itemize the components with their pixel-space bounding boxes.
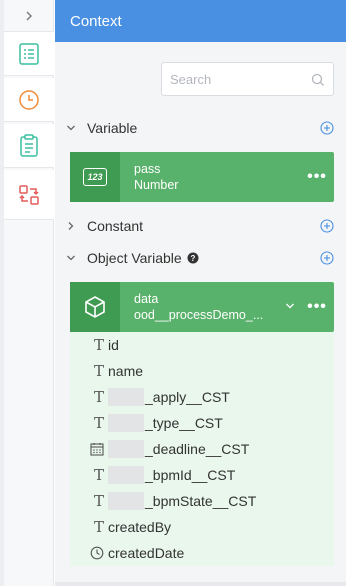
field-item[interactable]: T _apply__CST bbox=[70, 384, 334, 410]
convert-icon bbox=[19, 184, 39, 205]
field-label: _bpmState__CST bbox=[145, 493, 257, 509]
field-label: _type__CST bbox=[145, 415, 223, 431]
text-type-icon: T bbox=[93, 362, 104, 380]
section-constant-label: Constant bbox=[87, 218, 144, 234]
rail-item-timer[interactable] bbox=[4, 78, 54, 122]
left-rail bbox=[0, 0, 54, 586]
field-label: createdBy bbox=[108, 519, 172, 535]
field-label: name bbox=[108, 363, 144, 379]
add-variable-icon[interactable] bbox=[320, 121, 334, 135]
text-type-icon: T bbox=[93, 388, 104, 406]
field-label: createdDate bbox=[108, 545, 185, 561]
chevron-down-icon bbox=[67, 255, 75, 261]
chevron-down-icon bbox=[286, 303, 294, 309]
expand-rail-button[interactable] bbox=[4, 0, 54, 32]
expand-object-icon[interactable] bbox=[280, 300, 300, 314]
clock-icon bbox=[19, 89, 39, 110]
object-type: ood__processDemo_... bbox=[134, 308, 264, 322]
text-type-icon: T bbox=[93, 492, 104, 510]
search-icon[interactable] bbox=[311, 73, 325, 87]
field-item[interactable]: createdDate bbox=[70, 540, 334, 566]
variable-name: pass bbox=[134, 162, 161, 176]
clipboard-icon bbox=[20, 133, 38, 157]
calendar-icon bbox=[90, 443, 104, 456]
chevron-right-icon bbox=[68, 222, 74, 230]
variable-card-pass[interactable]: 123 pass Number ••• bbox=[70, 152, 334, 202]
list-icon bbox=[19, 42, 39, 65]
section-object-variable[interactable]: Object Variable ? bbox=[55, 243, 346, 273]
chevron-down-icon bbox=[67, 125, 75, 131]
rail-item-list[interactable] bbox=[4, 32, 54, 76]
more-options-icon[interactable]: ••• bbox=[300, 298, 334, 316]
section-variable-label: Variable bbox=[87, 120, 138, 136]
add-object-variable-icon[interactable] bbox=[320, 251, 334, 265]
field-item[interactable]: T name bbox=[70, 358, 334, 384]
redacted-block bbox=[108, 388, 144, 406]
variable-type: Number bbox=[134, 178, 179, 192]
field-item[interactable]: T _bpmId__CST bbox=[70, 462, 334, 488]
panel-header: Context bbox=[55, 0, 346, 42]
field-label: _deadline__CST bbox=[145, 441, 250, 457]
field-item[interactable]: T id bbox=[70, 332, 334, 358]
search-box[interactable] bbox=[161, 62, 334, 96]
section-object-variable-label: Object Variable bbox=[87, 250, 182, 266]
redacted-block bbox=[108, 492, 144, 510]
section-variable[interactable]: Variable bbox=[55, 113, 346, 143]
number-type-icon: 123 bbox=[83, 168, 107, 186]
field-label: _apply__CST bbox=[145, 389, 230, 405]
text-type-icon: T bbox=[93, 414, 104, 432]
svg-text:?: ? bbox=[190, 254, 195, 263]
context-panel: Context Variable 123 pass Number ••• bbox=[55, 0, 346, 586]
field-item[interactable]: T createdBy bbox=[70, 514, 334, 540]
field-label: _bpmId__CST bbox=[145, 467, 236, 483]
rail-item-convert[interactable] bbox=[4, 170, 54, 220]
field-item[interactable]: T _bpmState__CST bbox=[70, 488, 334, 514]
field-item[interactable]: _deadline__CST bbox=[70, 436, 334, 462]
object-name: data bbox=[134, 292, 159, 306]
more-options-icon[interactable]: ••• bbox=[300, 168, 334, 186]
text-type-icon: T bbox=[93, 518, 104, 536]
text-type-icon: T bbox=[93, 336, 104, 354]
object-card-data[interactable]: data ood__processDemo_... ••• bbox=[70, 282, 334, 332]
cube-icon bbox=[85, 296, 105, 318]
rail-item-clipboard[interactable] bbox=[4, 124, 54, 168]
panel-bottom-border bbox=[55, 582, 346, 586]
redacted-block bbox=[108, 440, 144, 458]
panel-title: Context bbox=[70, 12, 122, 30]
object-fields-list: T id T name T _apply__CST T _type__CST _… bbox=[70, 332, 334, 566]
redacted-block bbox=[108, 414, 144, 432]
field-item[interactable]: T _type__CST bbox=[70, 410, 334, 436]
section-constant[interactable]: Constant bbox=[55, 211, 346, 241]
clock-icon bbox=[90, 546, 104, 560]
redacted-block bbox=[108, 466, 144, 484]
text-type-icon: T bbox=[93, 466, 104, 484]
field-label: id bbox=[108, 337, 119, 353]
chevron-right-icon bbox=[26, 11, 32, 20]
add-constant-icon[interactable] bbox=[320, 219, 334, 233]
search-input[interactable] bbox=[170, 71, 310, 87]
help-icon[interactable]: ? bbox=[187, 252, 199, 264]
